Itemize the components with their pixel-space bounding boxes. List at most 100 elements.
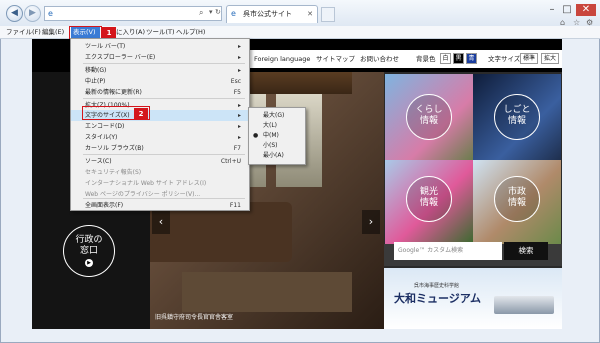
view-menu-item-shortcut: F5: [233, 89, 241, 96]
tile-tourism-line1: 観光: [419, 187, 438, 197]
view-menu-item-label: 全画面表示(F): [85, 202, 124, 209]
callout-number-2: 2: [134, 108, 148, 120]
back-button[interactable]: ◀: [6, 5, 23, 22]
address-bar[interactable]: e ⌕ ▾ ↻: [44, 6, 222, 21]
view-menu-item: インターナショナル Web サイト アドレス(I): [71, 178, 249, 189]
text-size-smallest[interactable]: 最小(A): [249, 150, 305, 161]
bg-black-button[interactable]: 黒: [453, 53, 464, 64]
view-menu-item-label: エクスプローラー バー(E): [85, 54, 156, 61]
menu-help[interactable]: ヘルプ(H): [176, 26, 205, 38]
view-menu-item[interactable]: ソース(C) Ctrl+U: [71, 156, 249, 167]
browser-tab[interactable]: e 呉市公式サイト ✕: [226, 5, 318, 23]
new-tab-button[interactable]: [321, 7, 335, 22]
menu-tools[interactable]: ツール(T): [146, 26, 175, 38]
view-menu-item-shortcut: Esc: [230, 78, 241, 85]
tile-tourism-line2: 情報: [419, 198, 438, 208]
view-menu-item-shortcut: ▸: [237, 134, 241, 141]
maximize-button[interactable]: □: [560, 4, 574, 16]
tile-work-info[interactable]: しごと 情報: [473, 74, 561, 170]
tile-tourism-badge: 観光 情報: [406, 176, 452, 222]
bg-blue-button[interactable]: 青: [466, 53, 477, 64]
yamato-museum-banner[interactable]: 呉市海事歴史科学館 大和ミュージアム: [384, 268, 562, 329]
view-menu-item-shortcut: ▸: [237, 43, 241, 50]
view-menu-item-shortcut: F7: [233, 145, 241, 152]
view-menu-item[interactable]: 中止(P) Esc: [71, 76, 249, 87]
tile-living-line1: くらし: [415, 105, 443, 115]
view-menu-item-shortcut: ▸: [237, 54, 241, 61]
view-menu-item-label: インターナショナル Web サイト アドレス(I): [85, 180, 207, 187]
tile-city-govt-badge: 市政 情報: [494, 176, 540, 222]
minimize-button[interactable]: –: [545, 4, 559, 16]
forward-button[interactable]: ▶: [24, 5, 41, 22]
foreign-language-link[interactable]: Foreign language: [254, 50, 310, 68]
tab-close-icon[interactable]: ✕: [307, 6, 313, 22]
view-menu-item[interactable]: 最新の情報に更新(R) F5: [71, 87, 249, 98]
text-size-standard-button[interactable]: 標準: [520, 53, 538, 64]
menu-favorites[interactable]: に入り(A): [116, 26, 145, 38]
contact-link[interactable]: お問い合わせ: [360, 50, 399, 68]
view-menu-item-label: 中止(P): [85, 78, 106, 85]
view-menu-item-shortcut: ▸: [237, 123, 241, 130]
tile-city-govt-line2: 情報: [507, 198, 526, 208]
refresh-icon[interactable]: ↻: [215, 8, 221, 16]
view-menu-item-label: スタイル(Y): [85, 134, 118, 141]
tile-city-govt-line1: 市政: [507, 187, 526, 197]
view-menu-item-shortcut: ▸: [237, 67, 241, 74]
view-menu-dropdown: ツール バー(T) ▸ エクスプローラー バー(E) ▸ 移動(G) ▸ 中止(P) Esc 最…: [70, 38, 250, 211]
view-menu-item[interactable]: 全画面表示(F) F11: [71, 200, 249, 211]
view-menu-item-label: ソース(C): [85, 158, 112, 165]
tab-favicon-icon: e: [231, 9, 236, 18]
view-menu-item[interactable]: スタイル(Y) ▸: [71, 132, 249, 143]
view-menu-item-label: エンコード(D): [85, 123, 125, 130]
tile-living-info[interactable]: くらし 情報: [385, 74, 473, 170]
dropdown-arrow-icon[interactable]: ▾: [209, 8, 213, 16]
forward-arrow-icon: ▶: [29, 8, 36, 18]
text-size-large-button[interactable]: 拡大: [541, 53, 559, 64]
view-menu-item-label: 最新の情報に更新(R): [85, 89, 142, 96]
tile-work-badge: しごと 情報: [494, 94, 540, 140]
tile-work-line1: しごと: [503, 105, 531, 115]
site-search-button[interactable]: 検索: [504, 242, 548, 260]
admin-window-line1: 行政の: [75, 235, 103, 245]
view-menu-item-shortcut: Ctrl+U: [220, 158, 241, 165]
menu-separator: [83, 63, 245, 64]
tile-living-line2: 情報: [419, 116, 438, 126]
site-header-links: Foreign language サイトマップ お問い合わせ 背景色 白 黒 青…: [248, 50, 562, 68]
site-search-input[interactable]: Google™ カスタム検索: [394, 242, 502, 260]
arrow-circle-icon: ▶: [85, 259, 93, 267]
bg-color-label: 背景色: [416, 55, 436, 63]
tile-tourism-info[interactable]: 観光 情報: [385, 160, 473, 244]
tile-city-govt-info[interactable]: 市政 情報: [473, 160, 561, 244]
menu-separator: [83, 154, 245, 155]
text-size-label: 文字サイズ: [488, 55, 521, 63]
sitemap-link[interactable]: サイトマップ: [316, 50, 355, 68]
back-arrow-icon: ◀: [11, 8, 18, 18]
close-button[interactable]: ✕: [576, 4, 596, 16]
view-menu-item-shortcut: F11: [229, 202, 241, 209]
search-icon[interactable]: ⌕: [199, 8, 203, 18]
slideshow-prev-button[interactable]: ‹: [152, 210, 170, 234]
tile-work-line2: 情報: [507, 116, 526, 126]
view-menu-item: セキュリティ報告(S): [71, 167, 249, 178]
slideshow-next-button[interactable]: ›: [362, 210, 380, 234]
view-menu-item-label: ツール バー(T): [85, 43, 126, 50]
admin-window-line2: 窓口: [79, 246, 98, 256]
view-menu-item[interactable]: ツール バー(T) ▸: [71, 41, 249, 52]
view-menu-item[interactable]: カーソル ブラウズ(B) F7: [71, 143, 249, 154]
bg-white-button[interactable]: 白: [440, 53, 451, 64]
text-size-submenu: 最大(G) 大(L) ● 中(M) 小(S) 最小(A): [248, 107, 306, 165]
tab-title: 呉市公式サイト: [243, 10, 292, 18]
tile-living-badge: くらし 情報: [406, 94, 452, 140]
ie-logo-icon: e: [48, 9, 53, 18]
menu-separator: [83, 98, 245, 99]
view-menu-item[interactable]: エンコード(D) ▸: [71, 121, 249, 132]
view-menu-item-label: 移動(G): [85, 67, 107, 74]
admin-window-button[interactable]: 行政の 窓口 ▶: [63, 225, 115, 277]
menu-separator: [83, 198, 245, 199]
menu-edit[interactable]: 編集(E): [42, 26, 64, 38]
museum-photo: [494, 296, 554, 314]
view-menu-item[interactable]: エクスプローラー バー(E) ▸: [71, 52, 249, 63]
banner-small-text: 呉市海事歴史科学館: [414, 283, 460, 289]
view-menu-item[interactable]: 移動(G) ▸: [71, 65, 249, 76]
menu-file[interactable]: ファイル(F): [6, 26, 41, 38]
